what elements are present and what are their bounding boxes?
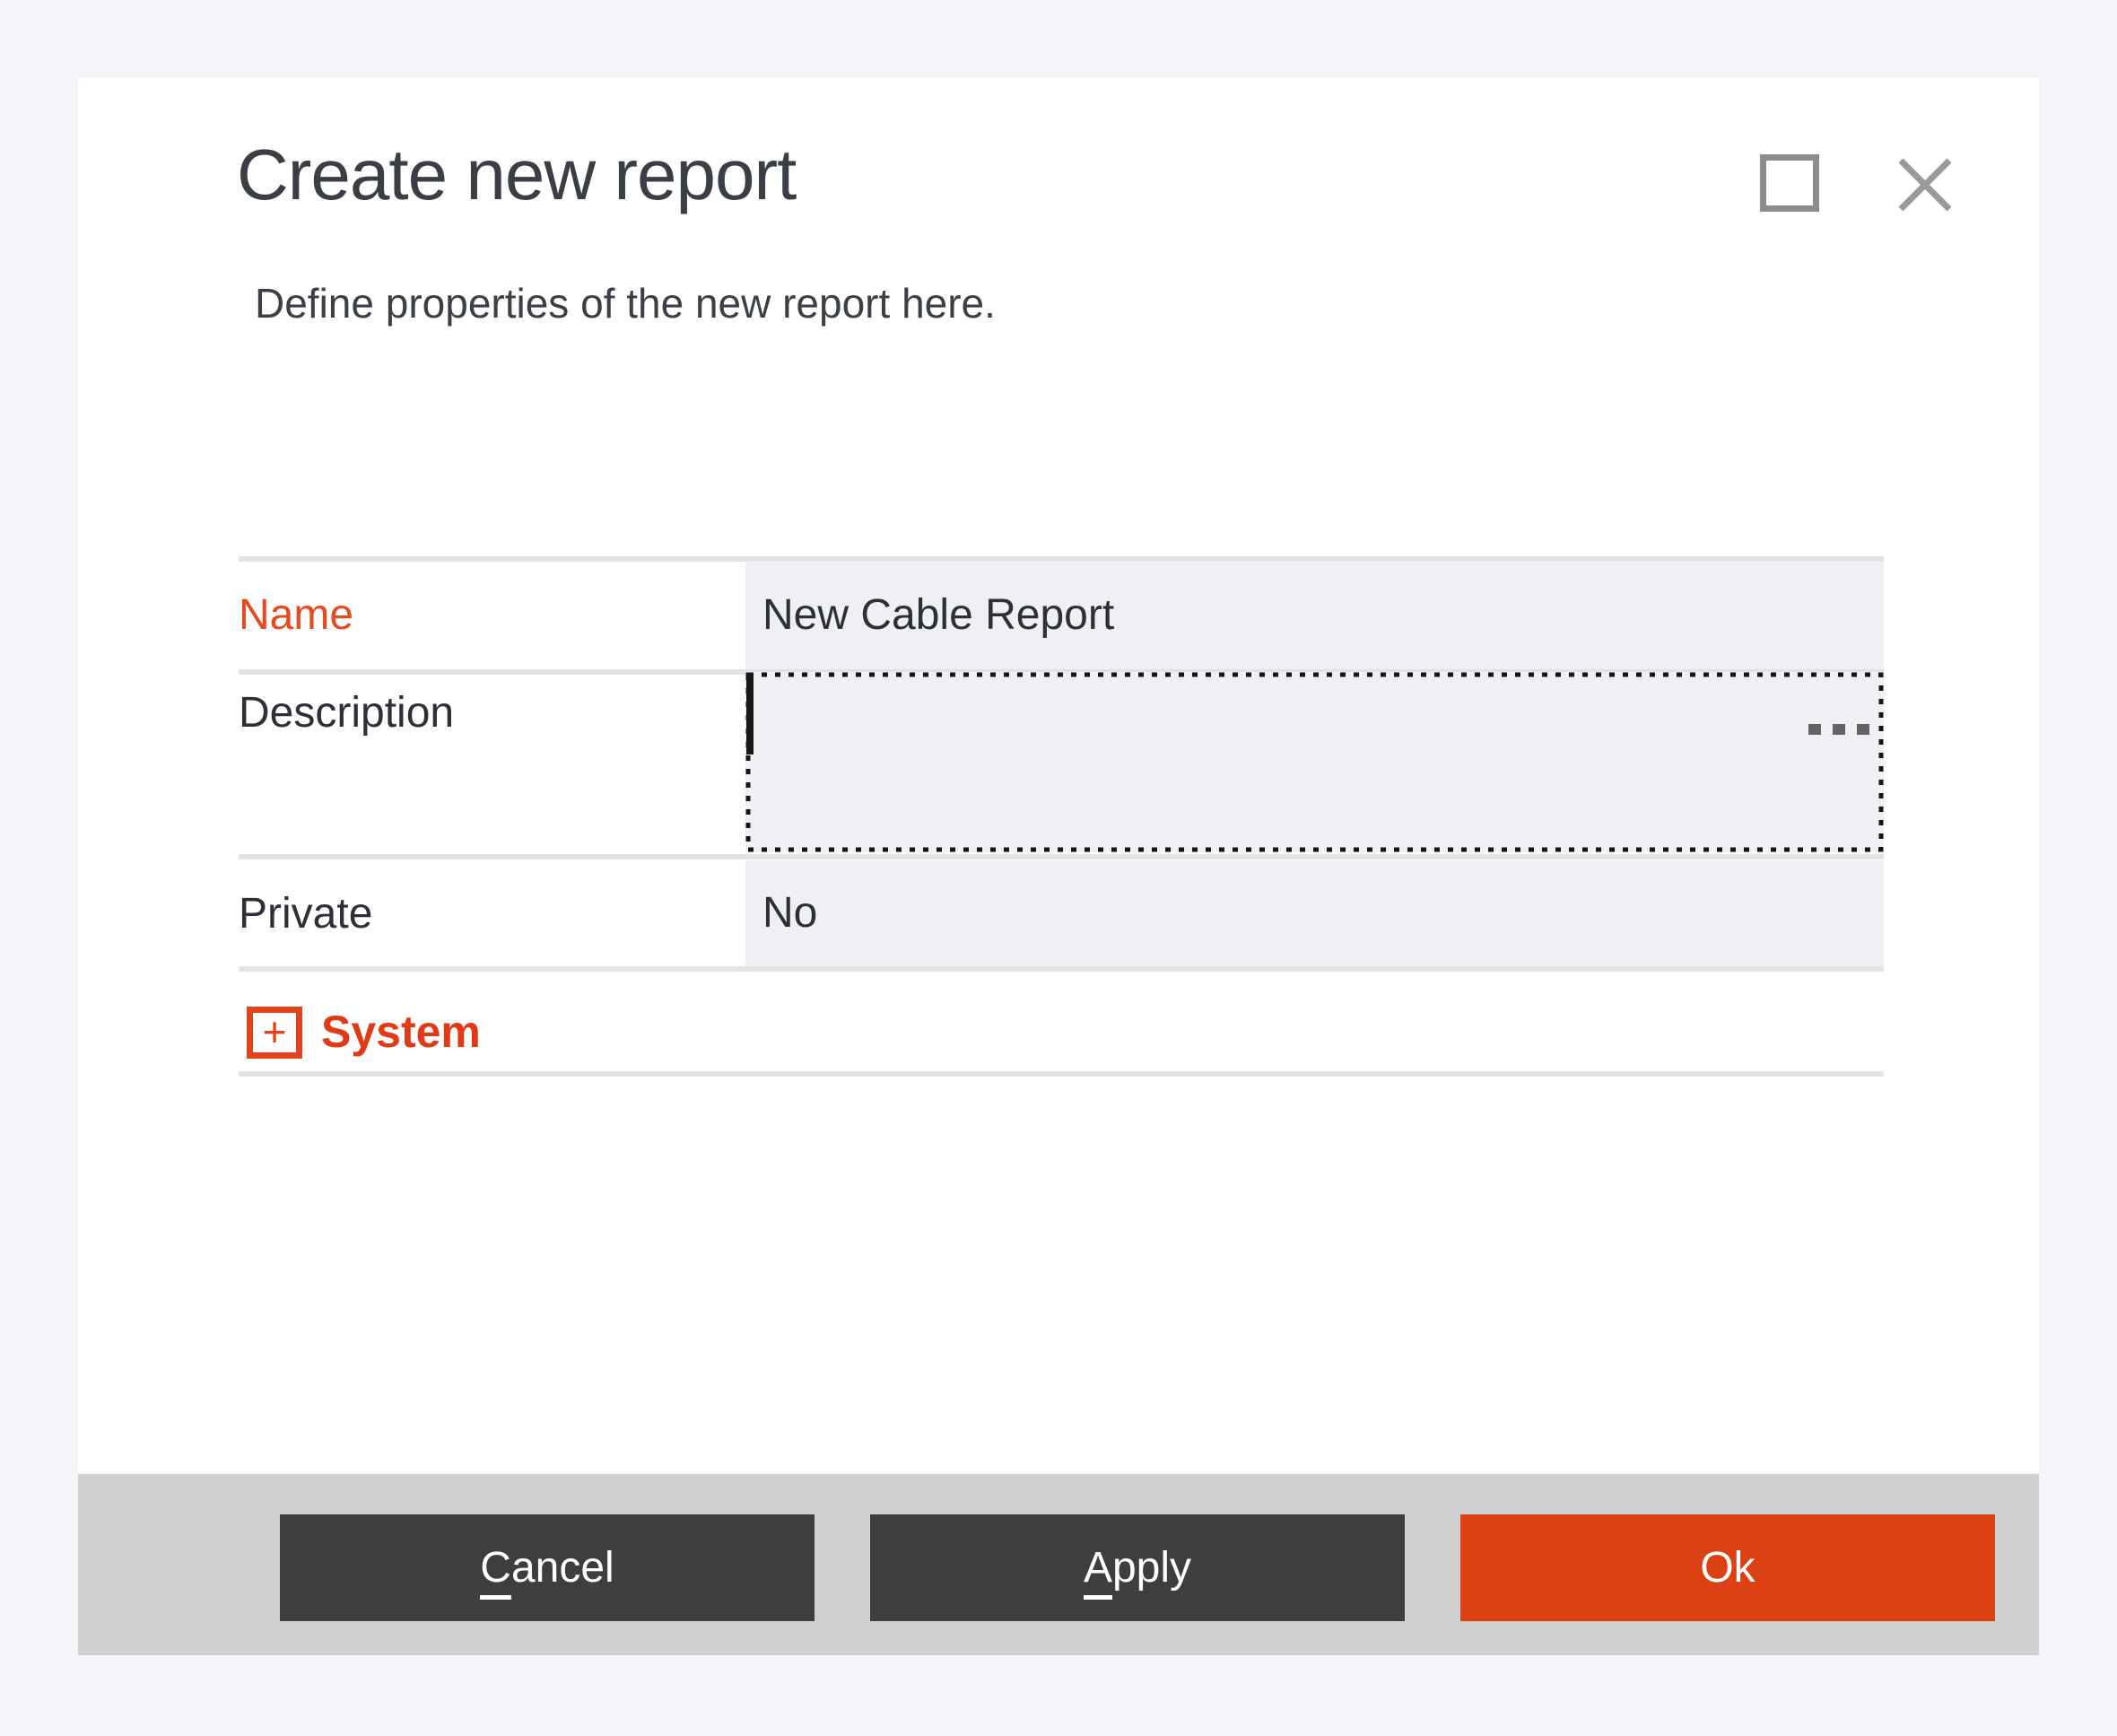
row-separator: [239, 1071, 1884, 1077]
cancel-button[interactable]: Cancel: [280, 1514, 815, 1621]
dialog-title: Create new report: [237, 132, 796, 218]
plus-icon: +: [263, 1008, 287, 1055]
property-value-description[interactable]: [745, 672, 1884, 852]
expand-system-button[interactable]: +: [247, 1007, 302, 1059]
row-separator: [239, 854, 1884, 859]
close-icon[interactable]: [1895, 156, 1955, 214]
create-new-report-dialog: Create new report Define properties of t…: [78, 78, 2039, 1655]
property-value-private[interactable]: No: [745, 860, 1884, 966]
footer-bar: Cancel Apply Ok: [78, 1474, 2039, 1655]
dialog-subtitle: Define properties of the new report here…: [255, 277, 996, 329]
ellipsis-dot: [1833, 724, 1845, 735]
cancel-label-rest: ancel: [511, 1544, 614, 1592]
apply-label-rest: pply: [1112, 1544, 1191, 1592]
page-background: Create new report Define properties of t…: [0, 0, 2117, 1736]
property-grid: Name New Cable Report Description Privat…: [239, 556, 1884, 1095]
property-value-name[interactable]: New Cable Report: [745, 562, 1884, 669]
property-label-private: Private: [239, 861, 372, 966]
ellipsis-dot: [1808, 724, 1821, 735]
property-label-name: Name: [239, 562, 353, 669]
text-caret: [746, 674, 754, 755]
cancel-mnemonic: C: [480, 1544, 511, 1600]
ok-button[interactable]: Ok: [1460, 1514, 1995, 1621]
apply-mnemonic: A: [1084, 1544, 1112, 1600]
property-label-description: Description: [239, 691, 454, 736]
ellipsis-icon[interactable]: [1808, 724, 1869, 735]
group-row-system: + System: [239, 972, 1884, 1071]
apply-button[interactable]: Apply: [870, 1514, 1405, 1621]
ellipsis-dot: [1857, 724, 1869, 735]
maximize-icon[interactable]: [1760, 154, 1819, 212]
group-label-system[interactable]: System: [321, 1005, 481, 1059]
